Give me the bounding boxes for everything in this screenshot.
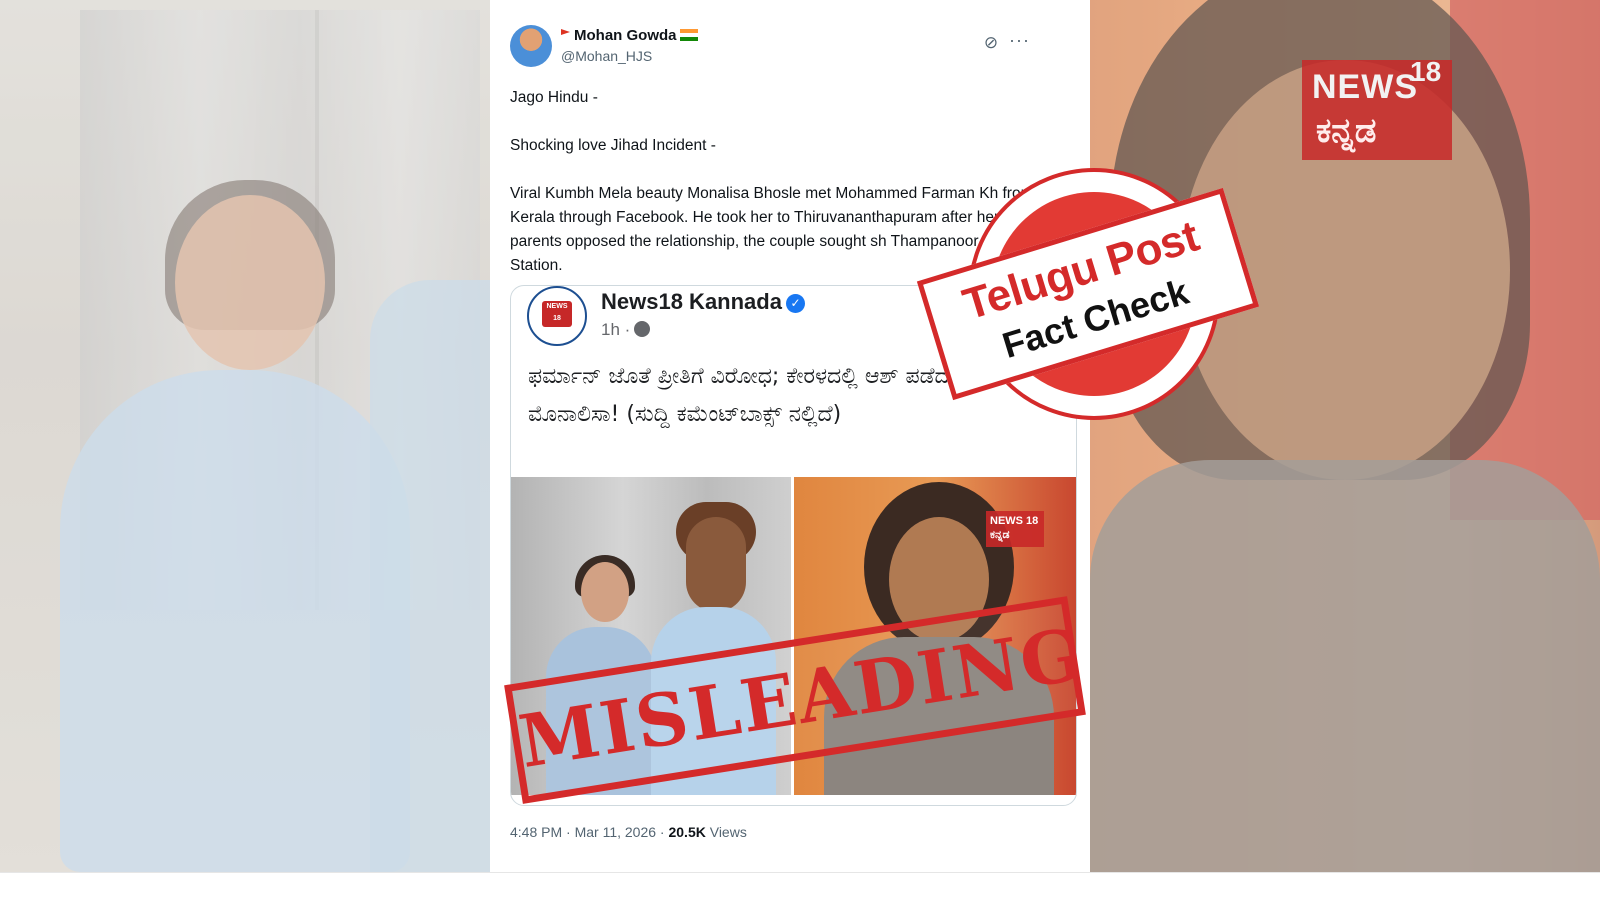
- india-flag-icon: [679, 29, 698, 41]
- avatar[interactable]: [510, 25, 552, 67]
- news18-page-logo[interactable]: NEWS 18: [527, 286, 587, 346]
- quoted-page-name[interactable]: News18 Kannada: [601, 289, 782, 314]
- tweet-header: Mohan Gowda @Mohan_HJS ⊘ ···: [506, 22, 1060, 72]
- tweet-paragraph: Viral Kumbh Mela beauty Monalisa Bhosle …: [510, 185, 1034, 274]
- grok-icon[interactable]: ⊘: [982, 34, 1000, 52]
- quoted-page-name-row[interactable]: News18 Kannada ✓: [601, 289, 805, 315]
- views-count: 20.5K: [668, 824, 706, 840]
- tweet-paragraph: Jago Hindu -: [510, 89, 598, 106]
- author-name[interactable]: Mohan Gowda: [574, 27, 677, 44]
- verified-badge-icon: ✓: [785, 294, 805, 313]
- quoted-post-meta: 1h ·: [601, 320, 651, 340]
- globe-icon: [634, 321, 651, 337]
- flag-icon: [561, 29, 570, 35]
- tweet-paragraph: Shocking love Jihad Incident -: [510, 137, 716, 154]
- quoted-post-time: 1h ·: [601, 320, 631, 339]
- more-options-icon[interactable]: ···: [1009, 30, 1030, 51]
- bottom-strip: [0, 872, 1600, 900]
- author-name-row[interactable]: Mohan Gowda: [561, 27, 698, 44]
- background-photo-right: NEWS 18 ಕನ್ನಡ: [1090, 0, 1600, 872]
- background-photo-left: [0, 0, 490, 872]
- tweet-timestamp[interactable]: 4:48 PM · Mar 11, 2026 ·: [510, 824, 668, 840]
- news18-mini-logo: NEWS 18 ಕನ್ನಡ: [986, 511, 1044, 547]
- author-handle[interactable]: @Mohan_HJS: [561, 48, 652, 64]
- news18-kannada-watermark: NEWS 18 ಕನ್ನಡ: [1302, 56, 1452, 160]
- views-label: Views: [709, 824, 747, 840]
- tweet-footer: 4:48 PM · Mar 11, 2026 · 20.5K Views: [510, 824, 747, 840]
